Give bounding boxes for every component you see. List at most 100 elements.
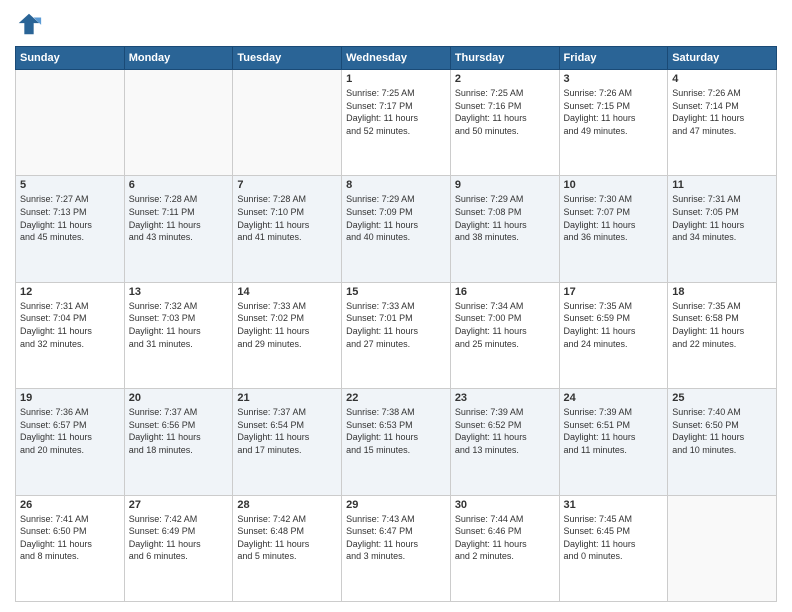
logo bbox=[15, 10, 47, 38]
day-number: 23 bbox=[455, 392, 555, 404]
day-info: Sunrise: 7:28 AM Sunset: 7:11 PM Dayligh… bbox=[129, 193, 229, 243]
day-info: Sunrise: 7:27 AM Sunset: 7:13 PM Dayligh… bbox=[20, 193, 120, 243]
day-number: 26 bbox=[20, 499, 120, 511]
calendar-cell: 12 Sunrise: 7:31 AM Sunset: 7:04 PM Dayli… bbox=[16, 282, 125, 388]
day-info: Sunrise: 7:29 AM Sunset: 7:08 PM Dayligh… bbox=[455, 193, 555, 243]
calendar-cell: 22Sunrise: 7:38 AM Sunset: 6:53 PM Dayli… bbox=[342, 389, 451, 495]
calendar-week-row: 1 Sunrise: 7:25 AM Sunset: 7:17 PM Daylig… bbox=[16, 70, 777, 176]
day-number: 25 bbox=[672, 392, 772, 404]
calendar-cell: 1 Sunrise: 7:25 AM Sunset: 7:17 PM Daylig… bbox=[342, 70, 451, 176]
calendar-cell: 24 Sunrise: 7:39 AM Sunset: 6:51 PM Dayli… bbox=[559, 389, 668, 495]
day-number: 24 bbox=[564, 392, 664, 404]
calendar-cell: 14 Sunrise: 7:33 AM Sunset: 7:02 PM Dayli… bbox=[233, 282, 342, 388]
day-info: Sunrise: 7:26 AM Sunset: 7:15 PM Dayligh… bbox=[564, 87, 664, 137]
day-info: Sunrise: 7:43 AM Sunset: 6:47 PM Dayligh… bbox=[346, 513, 446, 563]
day-number: 21 bbox=[237, 392, 337, 404]
calendar-cell: 15Sunrise: 7:33 AM Sunset: 7:01 PM Dayli… bbox=[342, 282, 451, 388]
day-info: Sunrise: 7:31 AM Sunset: 7:05 PM Dayligh… bbox=[672, 193, 772, 243]
calendar-cell: 9 Sunrise: 7:29 AM Sunset: 7:08 PM Daylig… bbox=[450, 176, 559, 282]
weekday-header-friday: Friday bbox=[559, 47, 668, 70]
calendar-cell: 4 Sunrise: 7:26 AM Sunset: 7:14 PM Daylig… bbox=[668, 70, 777, 176]
weekday-header-wednesday: Wednesday bbox=[342, 47, 451, 70]
calendar-cell bbox=[668, 495, 777, 601]
day-info: Sunrise: 7:45 AM Sunset: 6:45 PM Dayligh… bbox=[564, 513, 664, 563]
weekday-header-sunday: Sunday bbox=[16, 47, 125, 70]
weekday-header-monday: Monday bbox=[124, 47, 233, 70]
day-number: 10 bbox=[564, 179, 664, 191]
day-number: 5 bbox=[20, 179, 120, 191]
day-number: 16 bbox=[455, 286, 555, 298]
day-info: Sunrise: 7:35 AM Sunset: 6:59 PM Dayligh… bbox=[564, 300, 664, 350]
day-info: Sunrise: 7:32 AM Sunset: 7:03 PM Dayligh… bbox=[129, 300, 229, 350]
weekday-header-thursday: Thursday bbox=[450, 47, 559, 70]
calendar-cell: 17 Sunrise: 7:35 AM Sunset: 6:59 PM Dayli… bbox=[559, 282, 668, 388]
day-number: 31 bbox=[564, 499, 664, 511]
calendar-cell bbox=[124, 70, 233, 176]
day-info: Sunrise: 7:33 AM Sunset: 7:02 PM Dayligh… bbox=[237, 300, 337, 350]
day-number: 4 bbox=[672, 73, 772, 85]
day-number: 12 bbox=[20, 286, 120, 298]
calendar-cell: 6 Sunrise: 7:28 AM Sunset: 7:11 PM Daylig… bbox=[124, 176, 233, 282]
day-number: 22 bbox=[346, 392, 446, 404]
calendar-cell: 3 Sunrise: 7:26 AM Sunset: 7:15 PM Daylig… bbox=[559, 70, 668, 176]
day-info: Sunrise: 7:35 AM Sunset: 6:58 PM Dayligh… bbox=[672, 300, 772, 350]
header bbox=[15, 10, 777, 38]
day-info: Sunrise: 7:39 AM Sunset: 6:51 PM Dayligh… bbox=[564, 406, 664, 456]
calendar-cell: 13 Sunrise: 7:32 AM Sunset: 7:03 PM Dayli… bbox=[124, 282, 233, 388]
day-info: Sunrise: 7:44 AM Sunset: 6:46 PM Dayligh… bbox=[455, 513, 555, 563]
day-number: 8 bbox=[346, 179, 446, 191]
day-info: Sunrise: 7:42 AM Sunset: 6:49 PM Dayligh… bbox=[129, 513, 229, 563]
day-number: 9 bbox=[455, 179, 555, 191]
day-number: 19 bbox=[20, 392, 120, 404]
page: SundayMondayTuesdayWednesdayThursdayFrid… bbox=[0, 0, 792, 612]
calendar-cell: 2Sunrise: 7:25 AM Sunset: 7:16 PM Daylig… bbox=[450, 70, 559, 176]
calendar-cell: 16Sunrise: 7:34 AM Sunset: 7:00 PM Dayli… bbox=[450, 282, 559, 388]
weekday-header-row: SundayMondayTuesdayWednesdayThursdayFrid… bbox=[16, 47, 777, 70]
day-number: 7 bbox=[237, 179, 337, 191]
day-number: 1 bbox=[346, 73, 446, 85]
calendar-table: SundayMondayTuesdayWednesdayThursdayFrid… bbox=[15, 46, 777, 602]
logo-icon bbox=[15, 10, 43, 38]
day-number: 20 bbox=[129, 392, 229, 404]
calendar-week-row: 5 Sunrise: 7:27 AM Sunset: 7:13 PM Daylig… bbox=[16, 176, 777, 282]
day-info: Sunrise: 7:25 AM Sunset: 7:16 PM Dayligh… bbox=[455, 87, 555, 137]
day-number: 3 bbox=[564, 73, 664, 85]
day-number: 14 bbox=[237, 286, 337, 298]
day-number: 17 bbox=[564, 286, 664, 298]
day-number: 29 bbox=[346, 499, 446, 511]
day-number: 27 bbox=[129, 499, 229, 511]
calendar-cell: 23 Sunrise: 7:39 AM Sunset: 6:52 PM Dayli… bbox=[450, 389, 559, 495]
day-number: 6 bbox=[129, 179, 229, 191]
day-number: 13 bbox=[129, 286, 229, 298]
day-info: Sunrise: 7:30 AM Sunset: 7:07 PM Dayligh… bbox=[564, 193, 664, 243]
day-info: Sunrise: 7:42 AM Sunset: 6:48 PM Dayligh… bbox=[237, 513, 337, 563]
day-number: 18 bbox=[672, 286, 772, 298]
calendar-cell: 5 Sunrise: 7:27 AM Sunset: 7:13 PM Daylig… bbox=[16, 176, 125, 282]
calendar-cell: 7 Sunrise: 7:28 AM Sunset: 7:10 PM Daylig… bbox=[233, 176, 342, 282]
weekday-header-tuesday: Tuesday bbox=[233, 47, 342, 70]
day-info: Sunrise: 7:25 AM Sunset: 7:17 PM Dayligh… bbox=[346, 87, 446, 137]
day-info: Sunrise: 7:28 AM Sunset: 7:10 PM Dayligh… bbox=[237, 193, 337, 243]
day-number: 28 bbox=[237, 499, 337, 511]
calendar-cell: 20Sunrise: 7:37 AM Sunset: 6:56 PM Dayli… bbox=[124, 389, 233, 495]
weekday-header-saturday: Saturday bbox=[668, 47, 777, 70]
calendar-week-row: 26 Sunrise: 7:41 AM Sunset: 6:50 PM Dayli… bbox=[16, 495, 777, 601]
day-info: Sunrise: 7:37 AM Sunset: 6:54 PM Dayligh… bbox=[237, 406, 337, 456]
day-info: Sunrise: 7:40 AM Sunset: 6:50 PM Dayligh… bbox=[672, 406, 772, 456]
day-number: 30 bbox=[455, 499, 555, 511]
calendar-cell: 28 Sunrise: 7:42 AM Sunset: 6:48 PM Dayli… bbox=[233, 495, 342, 601]
day-info: Sunrise: 7:31 AM Sunset: 7:04 PM Dayligh… bbox=[20, 300, 120, 350]
day-info: Sunrise: 7:41 AM Sunset: 6:50 PM Dayligh… bbox=[20, 513, 120, 563]
calendar-cell: 27 Sunrise: 7:42 AM Sunset: 6:49 PM Dayli… bbox=[124, 495, 233, 601]
day-info: Sunrise: 7:26 AM Sunset: 7:14 PM Dayligh… bbox=[672, 87, 772, 137]
calendar-cell: 26 Sunrise: 7:41 AM Sunset: 6:50 PM Dayli… bbox=[16, 495, 125, 601]
calendar-cell: 11Sunrise: 7:31 AM Sunset: 7:05 PM Dayli… bbox=[668, 176, 777, 282]
day-info: Sunrise: 7:29 AM Sunset: 7:09 PM Dayligh… bbox=[346, 193, 446, 243]
calendar-week-row: 12 Sunrise: 7:31 AM Sunset: 7:04 PM Dayli… bbox=[16, 282, 777, 388]
day-number: 15 bbox=[346, 286, 446, 298]
calendar-cell: 8 Sunrise: 7:29 AM Sunset: 7:09 PM Daylig… bbox=[342, 176, 451, 282]
calendar-cell: 25 Sunrise: 7:40 AM Sunset: 6:50 PM Dayli… bbox=[668, 389, 777, 495]
calendar-cell: 31 Sunrise: 7:45 AM Sunset: 6:45 PM Dayli… bbox=[559, 495, 668, 601]
day-info: Sunrise: 7:39 AM Sunset: 6:52 PM Dayligh… bbox=[455, 406, 555, 456]
calendar-cell: 30 Sunrise: 7:44 AM Sunset: 6:46 PM Dayli… bbox=[450, 495, 559, 601]
